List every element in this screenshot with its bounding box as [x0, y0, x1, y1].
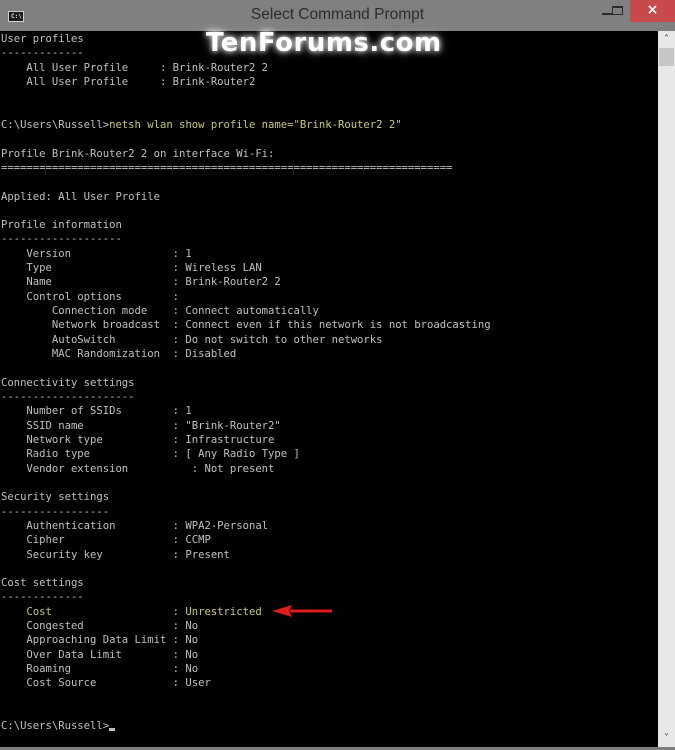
console-line-text: Profile information: [1, 219, 122, 232]
console-line-text: ========================================…: [1, 161, 453, 174]
console-line: AutoSwitch : Do not switch to other netw…: [1, 333, 383, 347]
console-line: Number of SSIDs : 1: [1, 404, 192, 418]
console-line-text: Cost : Unrestricted: [1, 605, 262, 618]
console-line-text: -----------------: [1, 505, 110, 518]
console-line: Radio type : [ Any Radio Type ]: [1, 447, 300, 461]
console-line: Network broadcast : Connect even if this…: [1, 318, 491, 332]
console-line-text: Network broadcast : Connect even if this…: [1, 319, 491, 332]
scroll-thumb[interactable]: [659, 48, 674, 66]
console-line-text: Security key : Present: [1, 548, 230, 561]
console-line: Security settings: [1, 490, 109, 504]
console-line: Applied: All User Profile: [1, 190, 160, 204]
console-line: Authentication : WPA2-Personal: [1, 519, 268, 533]
console-line-text: Authentication : WPA2-Personal: [1, 519, 269, 532]
console-line-text: Type : Wireless LAN: [1, 262, 262, 275]
chevron-up-icon: ˄: [664, 34, 669, 45]
console-line-text: Name : Brink-Router2 2: [1, 276, 281, 289]
command-line: C:\Users\Russell>netsh wlan show profile…: [1, 118, 402, 132]
command-text: netsh wlan show profile name="Brink-Rout…: [109, 118, 402, 131]
text-cursor: [109, 728, 116, 732]
console-line-text: Number of SSIDs : 1: [1, 405, 192, 418]
window-title: Select Command Prompt: [250, 6, 425, 23]
console-line: Cost : Unrestricted: [1, 605, 262, 619]
command-prompt-window: C:\. Select Command Prompt × User profil…: [0, 0, 675, 750]
maximize-button[interactable]: [605, 0, 631, 22]
console-line-text: MAC Randomization : Disabled: [1, 348, 237, 361]
console-line-text: Profile Brink-Router2 2 on interface Wi-…: [1, 147, 275, 160]
console-line-text: AutoSwitch : Do not switch to other netw…: [1, 333, 383, 346]
console-line: Cipher : CCMP: [1, 533, 211, 547]
console-line: -------------: [1, 590, 84, 604]
console-line: -----------------: [1, 505, 109, 519]
close-button[interactable]: ×: [630, 0, 675, 22]
console-line: Roaming : No: [1, 662, 198, 676]
console-line: Network type : Infrastructure: [1, 433, 274, 447]
console-line-text: Approaching Data Limit : No: [1, 634, 199, 647]
console-line-text: Cost Source : User: [1, 677, 211, 690]
console-line: Name : Brink-Router2 2: [1, 275, 281, 289]
console-line: Cost settings: [1, 576, 84, 590]
console-line: Connection mode : Connect automatically: [1, 304, 319, 318]
console-line-text: Connection mode : Connect automatically: [1, 305, 319, 318]
console-line-text: Security settings: [1, 491, 110, 504]
vertical-scrollbar[interactable]: ˄ ˅: [658, 31, 675, 747]
scroll-down-button[interactable]: ˅: [658, 730, 675, 747]
console-line-text: Control options :: [1, 290, 180, 303]
console-line: Profile information: [1, 218, 122, 232]
console-line-text: All User Profile : Brink-Router2: [1, 75, 256, 88]
close-icon: ×: [646, 2, 659, 18]
maximize-icon: [612, 6, 623, 15]
console-line-text: Radio type : [ Any Radio Type ]: [1, 448, 300, 461]
console-line-text: Applied: All User Profile: [1, 190, 160, 203]
console-line-text: Roaming : No: [1, 663, 199, 676]
console-line: Security key : Present: [1, 548, 230, 562]
console-line: Cost Source : User: [1, 676, 211, 690]
console-line: ========================================…: [1, 161, 452, 175]
console-line-text: All User Profile : Brink-Router2 2: [1, 61, 269, 74]
console-line: SSID name : "Brink-Router2": [1, 419, 281, 433]
console-line-text: SSID name : "Brink-Router2": [1, 419, 281, 432]
console-line: Over Data Limit : No: [1, 648, 198, 662]
console-line: All User Profile : Brink-Router2 2: [1, 61, 268, 75]
title-bar[interactable]: C:\. Select Command Prompt ×: [0, 0, 675, 31]
console-line-text: Vendor extension : Not present: [1, 462, 275, 475]
scroll-up-button[interactable]: ˄: [658, 31, 675, 48]
console-line: User profiles: [1, 32, 84, 46]
console-line: ---------------------: [1, 390, 135, 404]
console-line-text: C:\Users\Russell>: [1, 118, 110, 131]
console-line-text: Cipher : CCMP: [1, 534, 211, 547]
console-line-text: ---------------------: [1, 391, 135, 403]
console-line: Vendor extension : Not present: [1, 462, 274, 476]
console-line: Connectivity settings: [1, 376, 135, 390]
console-line-text: -------------: [1, 591, 84, 604]
console-line: Congested : No: [1, 619, 198, 633]
arrow-head: [272, 605, 292, 617]
watermark-logo: TenForums.com: [206, 28, 442, 58]
console-line: Version : 1: [1, 247, 192, 261]
console-line-text: Cost settings: [1, 577, 84, 590]
console-line-text: Congested : No: [1, 620, 199, 633]
console-line-text: Connectivity settings: [1, 376, 135, 389]
console-line-text: Over Data Limit : No: [1, 648, 199, 661]
console-line: Approaching Data Limit : No: [1, 633, 198, 647]
console-line: Type : Wireless LAN: [1, 261, 262, 275]
console-line-text: C:\Users\Russell>: [1, 720, 110, 733]
console-line-text: -------------: [1, 47, 84, 60]
console-line: MAC Randomization : Disabled: [1, 347, 236, 361]
console-line: All User Profile : Brink-Router2: [1, 75, 255, 89]
red-arrow-annotation: [272, 605, 332, 617]
chevron-down-icon: ˅: [664, 733, 669, 744]
console-line-text: Network type : Infrastructure: [1, 433, 275, 446]
prompt-line: C:\Users\Russell>: [1, 719, 116, 733]
console-line-text: User profiles: [1, 33, 84, 45]
console-line-text: -------------------: [1, 233, 122, 246]
console-line: -------------------: [1, 232, 122, 246]
console-line: Profile Brink-Router2 2 on interface Wi-…: [1, 147, 274, 161]
console-line: -------------: [1, 46, 84, 60]
console-line: Control options :: [1, 290, 179, 304]
console-output[interactable]: User profiles ------------- All User Prof…: [0, 31, 658, 747]
console-line-text: Version : 1: [1, 247, 192, 260]
